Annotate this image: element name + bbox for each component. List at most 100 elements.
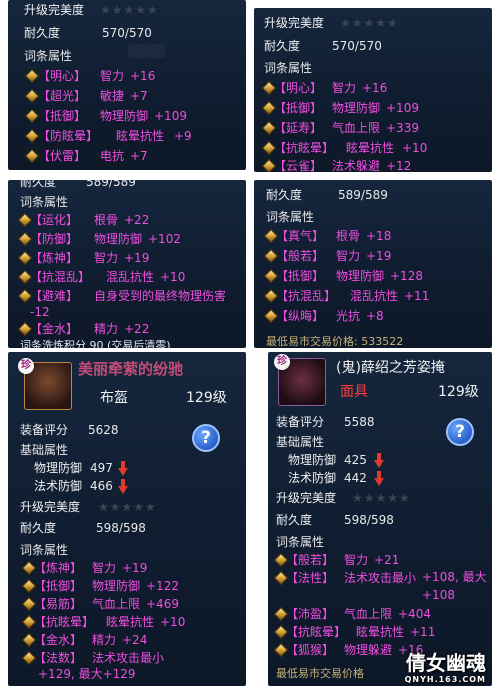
attr-row: 【金水】 精力 +24: [8, 630, 246, 650]
attr-row: 【抗混乱】 混乱抗性 +10: [8, 267, 246, 287]
durability-label: 耐久度: [24, 26, 61, 40]
attr-tag: 【抗混乱】: [276, 289, 337, 303]
attr-row: 【防御】 物理防御 +102: [8, 229, 246, 249]
durability-row: 耐久度 570/570: [254, 36, 492, 56]
attr-tag: 【明心】: [38, 69, 87, 83]
rarity-badge: 珍: [18, 358, 34, 374]
durability-value: 589/589: [338, 188, 388, 202]
attrs-title: 词条属性: [264, 61, 313, 75]
attr-tag: 【伏雷】: [38, 149, 87, 163]
attrs-title-row: 词条属性: [268, 532, 492, 552]
gem-icon: [24, 88, 40, 104]
attrs-title-row: 词条属性: [8, 192, 246, 212]
attr-row: 【般若】 智力 +19: [254, 246, 492, 266]
attr-row: 【抗眩晕】 眩晕抗性 +10: [254, 138, 492, 158]
attr-value: +10: [402, 141, 428, 155]
attr-value: +11: [410, 625, 436, 639]
attr-value: +19: [122, 561, 148, 575]
basic-title: 基础属性: [20, 443, 69, 457]
attr-row-cont: +129, 最大+129: [8, 664, 246, 684]
attr-tag: 【运化】: [30, 213, 79, 227]
attr-name: 光抗: [336, 309, 361, 323]
attr-name: 智力: [336, 249, 361, 263]
panel-top-left: ▒▒▒▒ 升级完美度 ★★★★★ 耐久度 570/570 词条属性 【明心】 智…: [8, 0, 246, 170]
down-arrow-icon: [118, 479, 128, 494]
attr-value: +339: [386, 121, 419, 135]
attr-value: +109: [154, 109, 187, 123]
attr-row: 【抵御】 物理防御 +128: [254, 266, 492, 286]
quality-row: 升级完美度 ★★★★★: [8, 0, 246, 20]
attr-name: 混乱抗性: [106, 270, 155, 284]
attr-name: 物理防御: [336, 269, 385, 283]
attr-value: +128: [390, 269, 423, 283]
item-name: 美丽牵萦的纷驰: [78, 360, 184, 378]
attr-tag: 【法性】: [286, 571, 335, 585]
attr-tag: 【防御】: [30, 232, 79, 246]
durability-value: 598/598: [96, 521, 146, 535]
attr-row: 【运化】 根骨 +22: [8, 210, 246, 230]
attr-value: +122: [146, 579, 179, 593]
item-level: 129级: [186, 390, 227, 406]
quality-row: 升级完美度 ★★★★★: [254, 13, 492, 33]
attr-tag: 【易筋】: [34, 597, 83, 611]
attr-row: 【抵御】 物理防御 +122: [8, 576, 246, 596]
attr-value: +12: [386, 159, 412, 172]
attr-value: +129, 最大+129: [38, 667, 136, 681]
attr-value: +11: [404, 289, 430, 303]
durability-label: 耐久度: [20, 180, 57, 189]
attr-name: 电抗: [100, 149, 125, 163]
panel-bottom-left: 珍 美丽牵萦的纷驰 布盔 129级 装备评分 5628 ? 基础属性 物理防御 …: [8, 352, 246, 686]
gem-icon: [24, 68, 40, 84]
attr-tag: 【抗混乱】: [30, 270, 91, 284]
durability-value: 589/589: [86, 180, 136, 189]
attr-tag: 【明心】: [274, 81, 323, 95]
basic-name: 物理防御: [288, 453, 337, 467]
attr-row: 【防眩晕】 眩晕抗性 +9: [8, 126, 246, 146]
panel-middle-left: 耐久度 589/589 词条属性 【运化】 根骨 +22 【防御】 物理防御 +…: [8, 180, 246, 348]
basic-name: 法术防御: [288, 471, 337, 485]
durability-row: 耐久度 598/598: [8, 518, 246, 538]
panel-bottom-right: 珍 (鬼)薛绍之芳姿掩 面具 129级 装备评分 5588 ? 基础属性 物理防…: [268, 352, 492, 686]
quality-label: 升级完美度: [276, 491, 337, 505]
quality-stars: ★★★★★: [340, 16, 399, 30]
attr-row: 【般若】 智力 +21: [268, 550, 492, 570]
attr-row: 【明心】 智力 +16: [8, 66, 246, 86]
quality-row: 升级完美度 ★★★★★: [8, 497, 246, 517]
attr-row: 【抗眩晕】 眩晕抗性 +10: [8, 612, 246, 632]
attr-value: +19: [124, 251, 150, 265]
attr-row: 【炼神】 智力 +19: [8, 558, 246, 578]
durability-label: 耐久度: [264, 39, 301, 53]
attr-row: 【炼神】 智力 +19: [8, 248, 246, 268]
basic-value: 466: [90, 479, 113, 493]
attr-name: 眩晕抗性: [356, 625, 405, 639]
attr-row: 【抵御】 物理防御 +109: [8, 106, 246, 126]
attrs-title-row: 词条属性: [254, 207, 492, 227]
attr-tag: 【云雀】: [274, 159, 323, 172]
down-arrow-icon: [374, 453, 384, 468]
durability-value: 570/570: [332, 39, 382, 53]
item-type-row: 面具 129级: [268, 382, 492, 402]
attr-name: 混乱抗性: [350, 289, 399, 303]
attr-tag: 【狐猴】: [286, 643, 335, 657]
attr-tag: 【炼神】: [34, 561, 83, 575]
attr-name: 物理防御: [94, 232, 143, 246]
attr-value: +109: [386, 101, 419, 115]
attr-tag: 【延寿】: [274, 121, 323, 135]
attr-tag: 【抗眩晕】: [274, 141, 335, 155]
attr-name: 物理防御: [332, 101, 381, 115]
attr-tag: 【金水】: [34, 633, 83, 647]
min-price: 最低易市交易价格: 533522: [266, 335, 404, 348]
attr-value: +102: [148, 232, 181, 246]
item-name-row: (鬼)薛绍之芳姿掩: [268, 358, 492, 378]
attr-name: 智力: [344, 553, 369, 567]
basic-title: 基础属性: [276, 435, 325, 449]
attr-row: 【抵御】 物理防御 +109: [254, 98, 492, 118]
attr-row: 【沛盈】 气血上限 +404: [268, 604, 492, 624]
attr-name: 智力: [94, 251, 119, 265]
score-label: 装备评分: [276, 415, 325, 429]
attr-name: 敏捷: [100, 89, 125, 103]
footer-row: 词条洗炼积分 90 (交易后清零): [8, 336, 246, 348]
attr-tag: 【般若】: [286, 553, 335, 567]
quality-stars: ★★★★★: [352, 491, 411, 505]
attr-value: +7: [130, 149, 148, 163]
